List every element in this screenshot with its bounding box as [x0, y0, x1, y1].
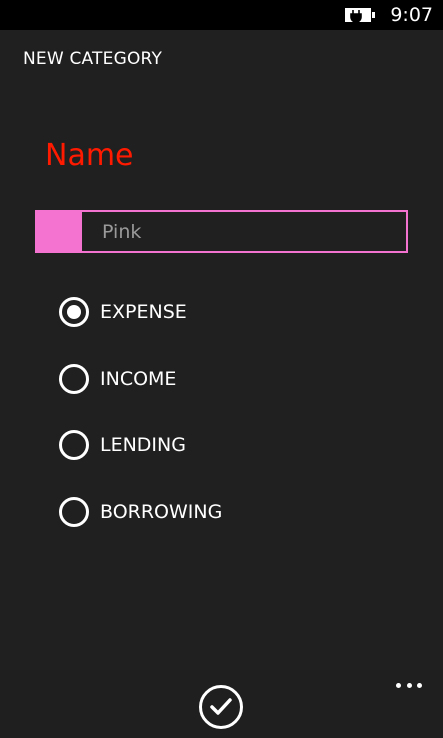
- ellipsis-icon: [396, 682, 401, 688]
- radio-option-income[interactable]: INCOME: [59, 363, 176, 395]
- name-field: [35, 210, 408, 253]
- status-time: 9:07: [390, 4, 433, 26]
- radio-option-expense[interactable]: EXPENSE: [59, 296, 187, 328]
- more-options-button[interactable]: [396, 680, 422, 690]
- battery-charging-icon: [345, 8, 375, 23]
- radio-button[interactable]: [59, 364, 89, 394]
- confirm-button[interactable]: [199, 685, 243, 729]
- radio-button[interactable]: [59, 430, 89, 460]
- radio-label: INCOME: [100, 368, 177, 390]
- application-bar: [0, 670, 443, 738]
- name-label: Name: [45, 138, 134, 173]
- radio-label: BORROWING: [100, 501, 223, 523]
- radio-button-checked[interactable]: [59, 297, 89, 327]
- radio-option-lending[interactable]: LENDING: [59, 429, 186, 461]
- color-swatch[interactable]: [37, 212, 82, 251]
- page-title: NEW CATEGORY: [23, 49, 163, 69]
- name-input[interactable]: [82, 212, 406, 251]
- radio-option-borrowing[interactable]: BORROWING: [59, 496, 222, 528]
- ellipsis-icon: [417, 682, 422, 688]
- checkmark-icon: [210, 698, 232, 715]
- radio-label: EXPENSE: [100, 301, 187, 323]
- radio-label: LENDING: [100, 434, 186, 456]
- ellipsis-icon: [406, 682, 412, 688]
- radio-button[interactable]: [59, 497, 89, 527]
- new-category-page: NEW CATEGORY Name EXPENSE INCOME LENDING…: [0, 30, 443, 738]
- status-bar: 9:07: [0, 0, 443, 30]
